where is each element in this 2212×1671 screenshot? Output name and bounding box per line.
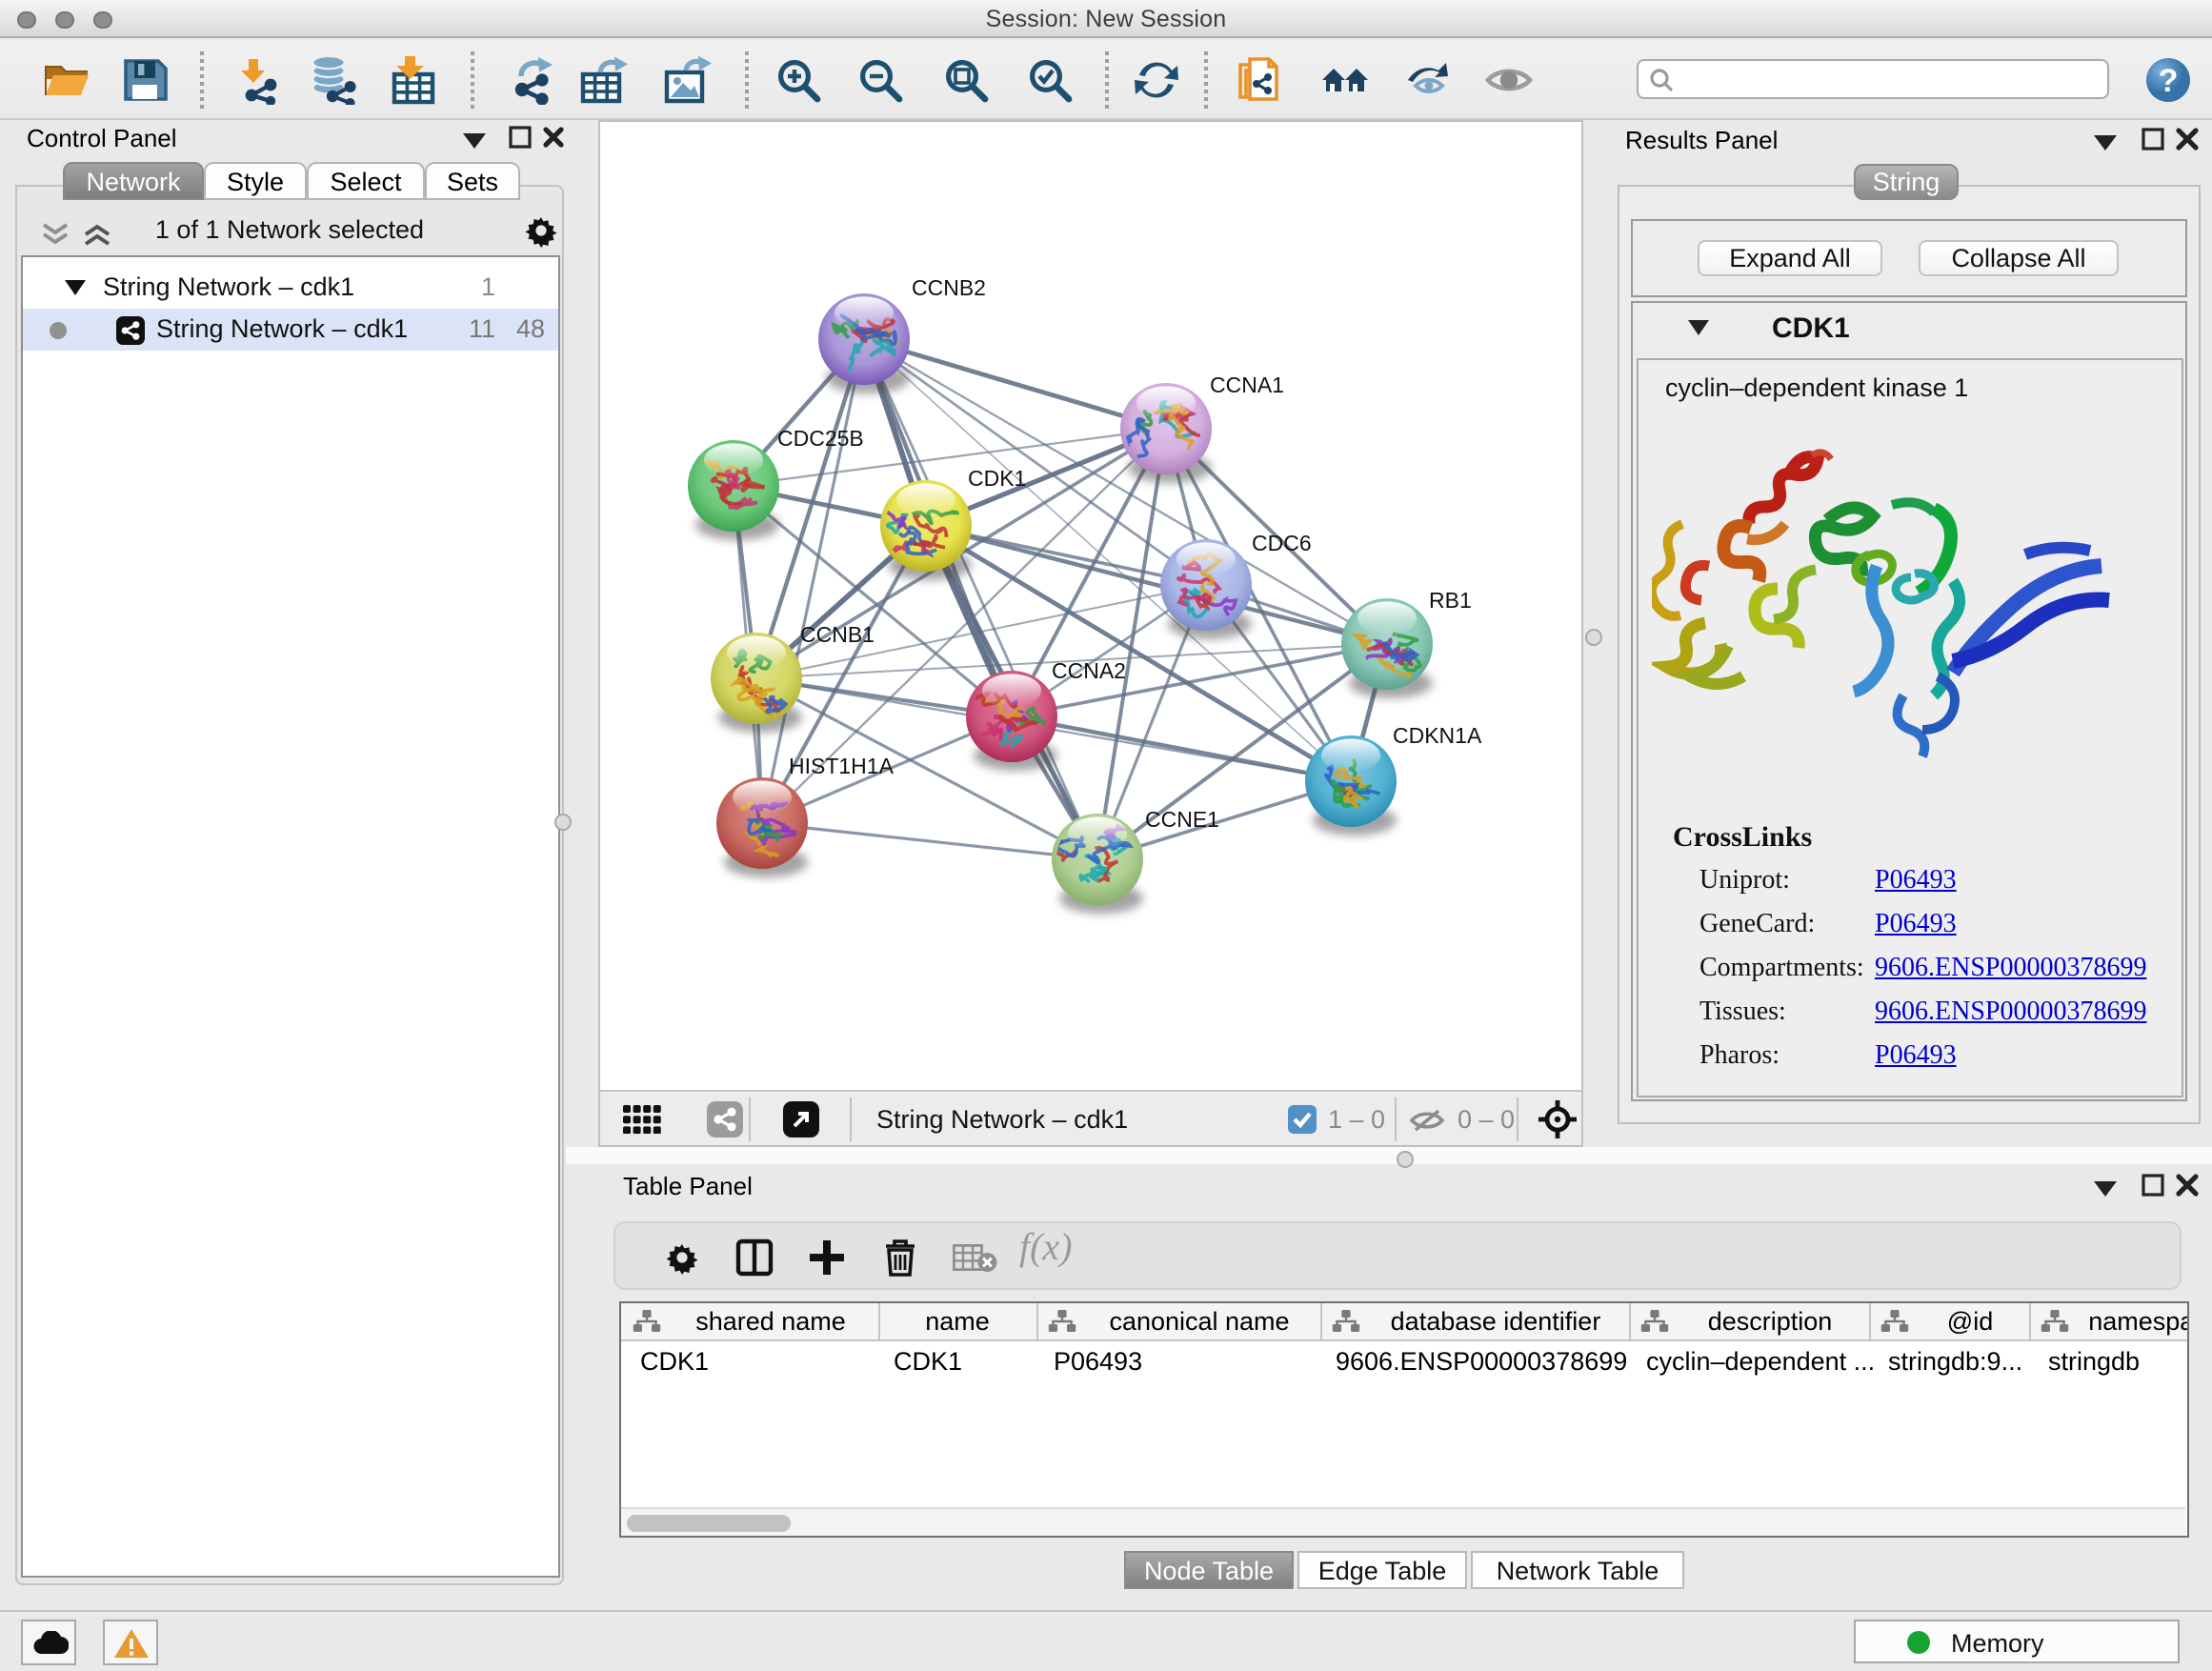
svg-text:CCNA1: CCNA1 xyxy=(1210,372,1284,397)
svg-text:CDK1: CDK1 xyxy=(968,466,1026,491)
svg-text:CDC6: CDC6 xyxy=(1252,531,1312,555)
svg-text:CCNB2: CCNB2 xyxy=(912,275,986,300)
svg-text:CCNE1: CCNE1 xyxy=(1145,807,1219,832)
svg-text:HIST1H1A: HIST1H1A xyxy=(789,754,895,778)
svg-text:CCNB1: CCNB1 xyxy=(800,622,875,647)
svg-text:RB1: RB1 xyxy=(1429,588,1472,613)
svg-text:CDC25B: CDC25B xyxy=(777,426,864,451)
svg-text:CDKN1A: CDKN1A xyxy=(1393,723,1482,748)
svg-text:?: ? xyxy=(2159,63,2179,99)
svg-text:CCNA2: CCNA2 xyxy=(1052,658,1126,683)
